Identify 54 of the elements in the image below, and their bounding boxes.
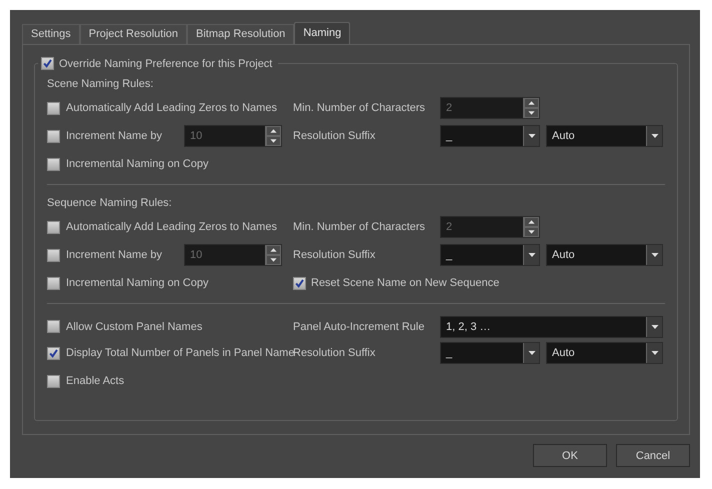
dropdown-arrow-icon (650, 350, 660, 356)
checkbox-label: Allow Custom Panel Names (66, 320, 202, 332)
checkbox-label: Automatically Add Leading Zeros to Names (66, 102, 277, 114)
checkbox-label: Enable Acts (66, 375, 124, 387)
field-label: Resolution Suffix (293, 347, 376, 359)
checkbox-label: Reset Scene Name on New Sequence (311, 277, 500, 289)
field-label: Min. Number of Characters (293, 102, 426, 114)
tab[interactable]: Project Resolution (80, 24, 188, 44)
field-label: Min. Number of Characters (293, 221, 426, 233)
checkbox[interactable] (47, 248, 60, 262)
dropdown[interactable]: _ (440, 342, 540, 364)
tab[interactable]: Settings (22, 24, 80, 44)
field-label: Panel Auto-Increment Rule (293, 320, 426, 332)
checkbox[interactable] (47, 346, 60, 360)
checkbox[interactable] (47, 158, 60, 170)
dropdown-arrow-icon (650, 324, 660, 330)
tab[interactable]: Naming (294, 22, 350, 44)
checkbox[interactable] (47, 276, 60, 290)
checkbox[interactable] (47, 220, 60, 234)
checkbox-label: Incremental Naming on Copy (66, 158, 208, 170)
checkbox-label: Automatically Add Leading Zeros to Names (66, 221, 277, 233)
spin-box[interactable]: 10 (184, 125, 282, 147)
dropdown-arrow-icon (526, 252, 536, 258)
dropdown[interactable]: Auto (546, 244, 663, 266)
section-title: Sequence Naming Rules: (47, 196, 173, 211)
checkbox-label: Override Naming Preference for this Project (59, 58, 272, 70)
checkbox-label: Increment Name by (66, 130, 162, 142)
cancel-button[interactable]: Cancel (616, 444, 690, 467)
section-title: Scene Naming Rules: (47, 77, 154, 92)
spin-box[interactable]: 10 (184, 244, 282, 266)
checkbox[interactable] (293, 276, 306, 290)
dropdown-arrow-icon (650, 133, 660, 139)
dropdown-arrow-icon (526, 133, 536, 139)
checkbox-label: Incremental Naming on Copy (66, 277, 208, 289)
spin-box[interactable]: 2 (440, 97, 540, 119)
field-label: Resolution Suffix (293, 249, 376, 261)
checkbox[interactable] (47, 320, 60, 333)
dropdown-arrow-icon (526, 350, 536, 356)
dropdown[interactable]: Auto (546, 342, 663, 364)
checkbox-label: Increment Name by (66, 249, 162, 261)
checkbox[interactable] (47, 374, 60, 388)
tab[interactable]: Bitmap Resolution (187, 24, 294, 44)
field-label: Resolution Suffix (293, 130, 376, 142)
spin-box[interactable]: 2 (440, 216, 540, 238)
checkbox[interactable] (47, 130, 60, 142)
dropdown[interactable]: _ (440, 244, 540, 266)
checkbox[interactable] (47, 102, 60, 114)
ok-button[interactable]: OK (533, 444, 607, 467)
checkbox-label: Display Total Number of Panels in Panel Name (66, 347, 294, 359)
dropdown[interactable]: _ (440, 125, 540, 147)
checkbox[interactable] (41, 57, 54, 70)
dropdown[interactable]: 1, 2, 3 … (440, 316, 663, 338)
dropdown[interactable]: Auto (546, 125, 663, 147)
dropdown-arrow-icon (650, 252, 660, 258)
